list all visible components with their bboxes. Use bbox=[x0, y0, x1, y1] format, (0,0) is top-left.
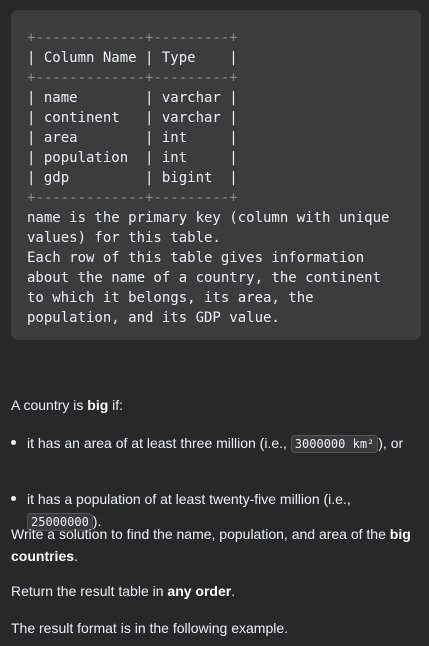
schema-line: | gdp | bigint | bbox=[27, 170, 238, 186]
return-bold: any order bbox=[167, 583, 232, 599]
schema-line: | Column Name | Type | bbox=[27, 50, 238, 66]
return-order-statement: Return the result table in any order. bbox=[11, 580, 235, 602]
schema-line: | population | int | bbox=[27, 150, 238, 166]
schema-code-text: +-------------+---------+ | Column Name … bbox=[27, 28, 421, 328]
intro-text-end: if: bbox=[108, 397, 124, 413]
result-format-statement: The result format is in the following ex… bbox=[11, 620, 289, 636]
criteria-text: it has a population of at least twenty-f… bbox=[27, 491, 351, 507]
schema-line: Each row of this table gives information bbox=[27, 250, 365, 266]
return-text-end: . bbox=[231, 583, 236, 599]
schema-line: | continent | varchar | bbox=[27, 110, 238, 126]
schema-line: to which it belongs, its area, the bbox=[27, 290, 314, 306]
task-text-end: . bbox=[74, 548, 78, 564]
inline-code: 3000000 km² bbox=[290, 435, 379, 453]
schema-line: name is the primary key (column with uni… bbox=[27, 210, 390, 226]
schema-line: +-------------+---------+ bbox=[27, 30, 238, 46]
schema-line: values) for this table. bbox=[27, 230, 221, 246]
big-country-intro: A country is big if: bbox=[11, 394, 123, 416]
task-statement: Write a solution to find the name, popul… bbox=[11, 523, 421, 567]
schema-line: | name | varchar | bbox=[27, 90, 238, 106]
schema-line: population, and its GDP value. bbox=[27, 310, 280, 326]
intro-text: A country is bbox=[11, 397, 88, 413]
schema-line: +-------------+---------+ bbox=[27, 70, 238, 86]
problem-description: A country is big if: it has an area of a… bbox=[11, 394, 421, 636]
list-item: it has an area of at least three million… bbox=[11, 432, 427, 455]
schema-code-block: +-------------+---------+ | Column Name … bbox=[11, 10, 421, 340]
schema-line: about the name of a country, the contine… bbox=[27, 270, 382, 286]
criteria-text: it has an area of at least three million… bbox=[27, 435, 291, 451]
return-text: Return the result table in bbox=[11, 583, 168, 599]
criteria-text-end: ), or bbox=[378, 435, 404, 451]
schema-line: +-------------+---------+ bbox=[27, 190, 238, 206]
task-text: Write a solution to find the name, popul… bbox=[11, 526, 390, 542]
schema-line: | area | int | bbox=[27, 130, 238, 146]
intro-bold: big bbox=[87, 397, 109, 413]
